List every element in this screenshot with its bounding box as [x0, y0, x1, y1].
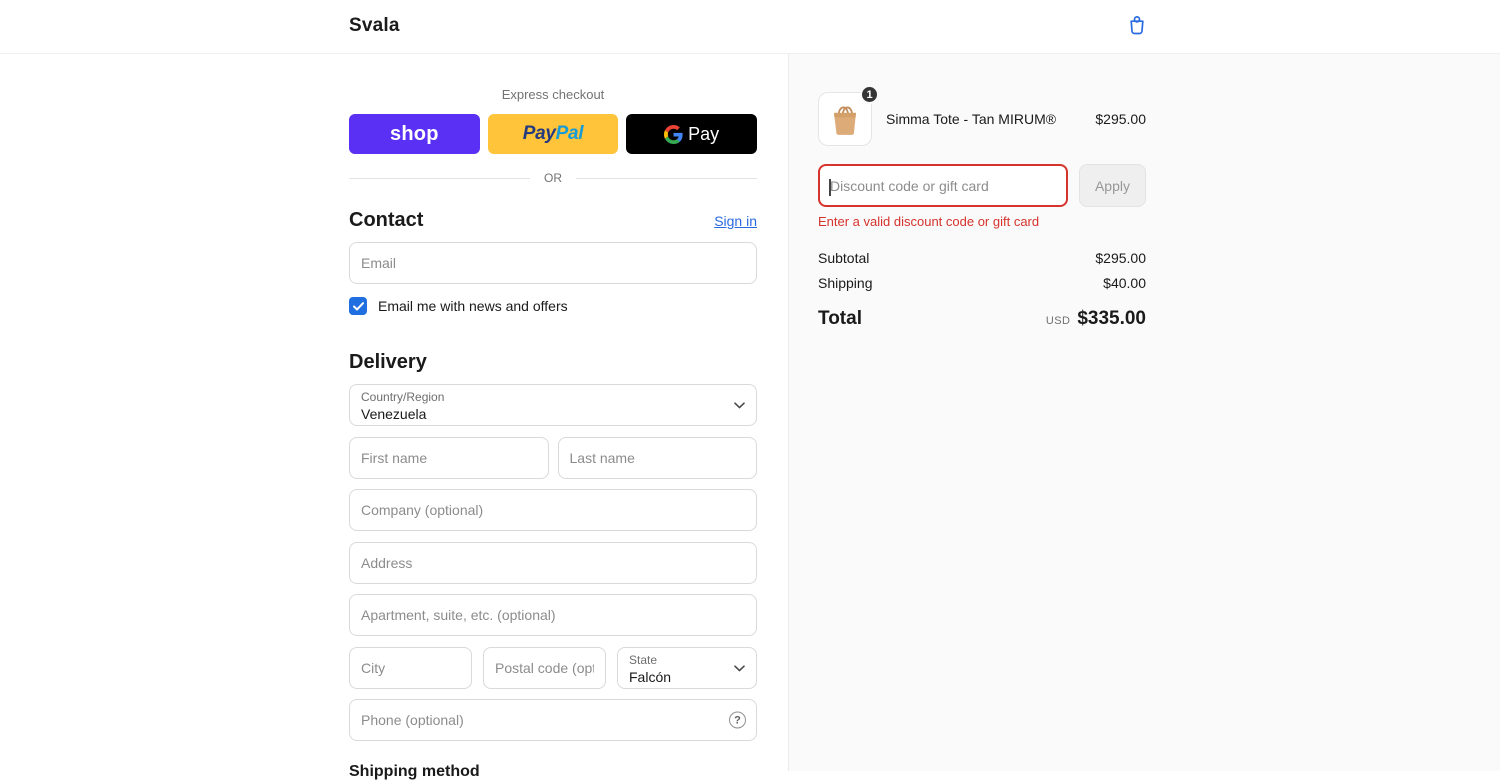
google-pay-button[interactable]: Pay [626, 114, 757, 154]
postal-code-field[interactable] [483, 647, 606, 689]
express-checkout-buttons: shop PayPal Pay [349, 114, 757, 154]
apply-discount-button[interactable]: Apply [1079, 164, 1146, 207]
address-field[interactable] [349, 542, 757, 584]
last-name-field[interactable] [558, 437, 758, 479]
discount-error-message: Enter a valid discount code or gift card [818, 214, 1146, 229]
text-caret [829, 179, 831, 196]
or-divider: OR [349, 171, 757, 185]
paypal-logo: PayPal [523, 123, 584, 145]
shipping-method-title: Shipping method [349, 763, 757, 781]
city-field[interactable] [349, 647, 472, 689]
gpay-label: Pay [688, 124, 719, 145]
currency-code: USD [1046, 315, 1070, 327]
express-checkout-title: Express checkout [349, 87, 757, 102]
chevron-down-icon [734, 396, 745, 414]
phone-field[interactable] [349, 699, 757, 741]
product-title: Simma Tote - Tan MIRUM® [886, 111, 1085, 127]
subtotal-row: Subtotal $295.00 [818, 250, 1146, 266]
quantity-badge: 1 [860, 85, 879, 104]
cart-button[interactable] [1124, 13, 1150, 39]
checkout-form: Express checkout shop PayPal Pay OR Cont [349, 54, 757, 781]
discount-input-wrapper [818, 164, 1068, 207]
first-name-field[interactable] [349, 437, 549, 479]
header: Svala [0, 0, 1500, 54]
apartment-field[interactable] [349, 594, 757, 636]
shopping-bag-icon [1125, 25, 1149, 40]
country-select[interactable]: Country/Region Venezuela [349, 384, 757, 426]
product-price: $295.00 [1095, 111, 1146, 127]
newsletter-label: Email me with news and offers [378, 298, 568, 314]
help-icon[interactable]: ? [729, 712, 746, 729]
delivery-section-title: Delivery [349, 351, 757, 374]
total-amount: $335.00 [1077, 308, 1146, 330]
store-logo[interactable]: Svala [349, 15, 400, 37]
total-row: Total USD $335.00 [818, 308, 1146, 330]
shipping-row: Shipping $40.00 [818, 275, 1146, 291]
product-thumbnail: 1 [818, 92, 872, 146]
cart-line-item: 1 Simma Tote - Tan MIRUM® $295.00 [818, 92, 1146, 146]
check-icon [353, 302, 364, 311]
paypal-button[interactable]: PayPal [488, 114, 619, 154]
order-summary: 1 Simma Tote - Tan MIRUM® $295.00 Apply … [818, 54, 1146, 330]
company-field[interactable] [349, 489, 757, 531]
email-field[interactable] [349, 242, 757, 284]
newsletter-checkbox[interactable] [349, 297, 367, 315]
state-select[interactable]: State Falcón [617, 647, 757, 689]
sign-in-link[interactable]: Sign in [714, 213, 757, 229]
contact-section-title: Contact [349, 209, 423, 232]
chevron-down-icon [734, 659, 745, 677]
shop-pay-logo: shop [390, 123, 439, 146]
shop-pay-button[interactable]: shop [349, 114, 480, 154]
discount-code-input[interactable] [820, 166, 1066, 205]
tote-bag-icon [823, 97, 867, 141]
google-g-icon [664, 125, 683, 144]
